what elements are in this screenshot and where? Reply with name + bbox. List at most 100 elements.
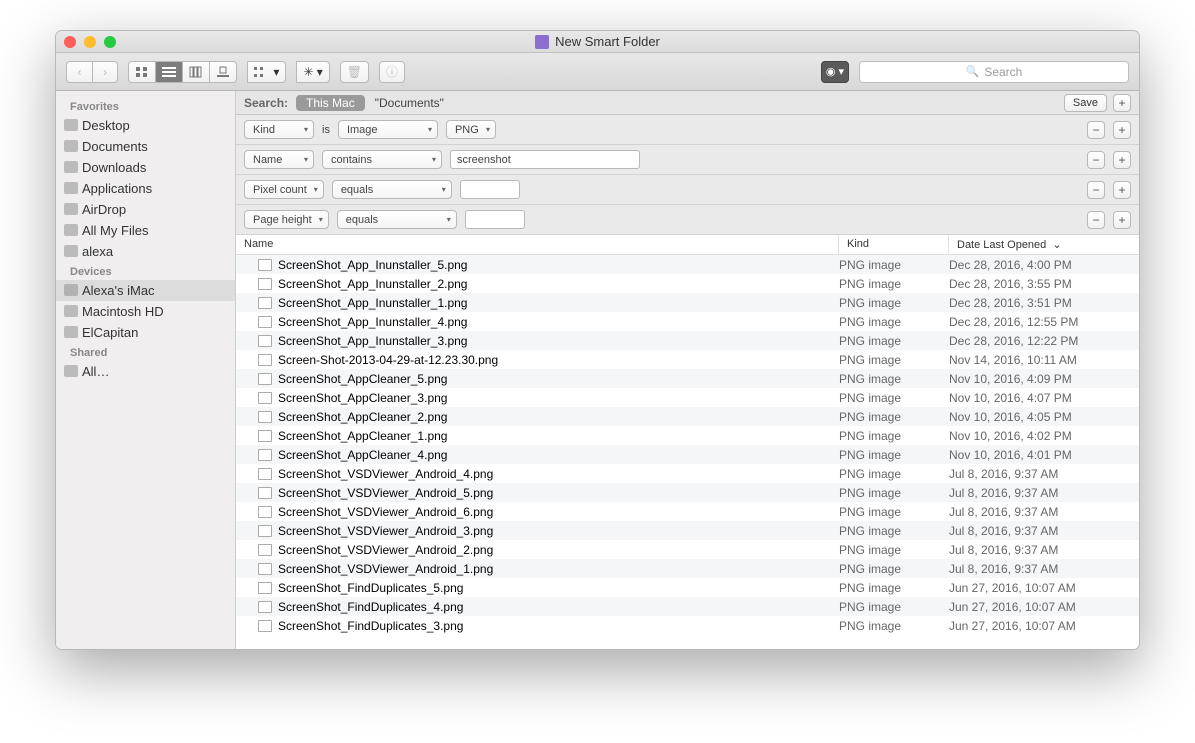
- file-row[interactable]: ScreenShot_VSDViewer_Android_1.pngPNG im…: [236, 559, 1139, 578]
- criteria-select[interactable]: PNG: [446, 120, 496, 139]
- file-icon: [258, 335, 272, 347]
- file-row[interactable]: ScreenShot_VSDViewer_Android_6.pngPNG im…: [236, 502, 1139, 521]
- criteria-select[interactable]: Kind: [244, 120, 314, 139]
- sidebar-item[interactable]: Macintosh HD: [56, 301, 235, 322]
- criteria-text-input[interactable]: [465, 210, 525, 229]
- file-row[interactable]: ScreenShot_App_Inunstaller_4.pngPNG imag…: [236, 312, 1139, 331]
- back-button[interactable]: ‹: [66, 61, 92, 83]
- remove-criteria-button[interactable]: −: [1087, 151, 1105, 169]
- file-name: ScreenShot_App_Inunstaller_3.png: [278, 334, 467, 348]
- share-menu[interactable]: ◉ ▾: [821, 61, 849, 83]
- sidebar-item[interactable]: All My Files: [56, 220, 235, 241]
- add-criteria-button[interactable]: +: [1113, 211, 1131, 229]
- file-row[interactable]: ScreenShot_App_Inunstaller_1.pngPNG imag…: [236, 293, 1139, 312]
- info-button[interactable]: ⓘ: [379, 61, 405, 83]
- zoom-button[interactable]: [104, 36, 116, 48]
- sidebar-item[interactable]: alexa: [56, 241, 235, 262]
- sidebar-item[interactable]: Applications: [56, 178, 235, 199]
- criteria-select[interactable]: Name: [244, 150, 314, 169]
- file-row[interactable]: ScreenShot_AppCleaner_3.pngPNG imageNov …: [236, 388, 1139, 407]
- view-icon-button[interactable]: [128, 61, 155, 83]
- trash-button[interactable]: 🗑: [340, 61, 369, 83]
- forward-button[interactable]: ›: [92, 61, 118, 83]
- file-row[interactable]: ScreenShot_VSDViewer_Android_4.pngPNG im…: [236, 464, 1139, 483]
- file-name: ScreenShot_AppCleaner_1.png: [278, 429, 447, 443]
- file-row[interactable]: ScreenShot_FindDuplicates_4.pngPNG image…: [236, 597, 1139, 616]
- file-date: Nov 10, 2016, 4:05 PM: [949, 410, 1139, 424]
- file-name: ScreenShot_FindDuplicates_3.png: [278, 619, 463, 633]
- file-date: Jul 8, 2016, 9:37 AM: [949, 467, 1139, 481]
- add-criteria-button[interactable]: +: [1113, 151, 1131, 169]
- action-menu[interactable]: ✳︎ ▾: [296, 61, 329, 83]
- sidebar: FavoritesDesktopDocumentsDownloadsApplic…: [56, 91, 236, 649]
- sidebar-item[interactable]: ElCapitan: [56, 322, 235, 343]
- file-kind: PNG image: [839, 258, 949, 272]
- file-row[interactable]: ScreenShot_VSDViewer_Android_3.pngPNG im…: [236, 521, 1139, 540]
- file-row[interactable]: ScreenShot_AppCleaner_4.pngPNG imageNov …: [236, 445, 1139, 464]
- file-row[interactable]: ScreenShot_App_Inunstaller_2.pngPNG imag…: [236, 274, 1139, 293]
- close-button[interactable]: [64, 36, 76, 48]
- sidebar-item[interactable]: All…: [56, 361, 235, 382]
- file-row[interactable]: ScreenShot_VSDViewer_Android_5.pngPNG im…: [236, 483, 1139, 502]
- sidebar-item[interactable]: Alexa's iMac: [56, 280, 235, 301]
- file-icon: [258, 316, 272, 328]
- file-name: ScreenShot_FindDuplicates_4.png: [278, 600, 463, 614]
- search-scope[interactable]: This Mac: [296, 95, 365, 111]
- file-kind: PNG image: [839, 296, 949, 310]
- file-date: Jul 8, 2016, 9:37 AM: [949, 486, 1139, 500]
- file-row[interactable]: ScreenShot_AppCleaner_2.pngPNG imageNov …: [236, 407, 1139, 426]
- sidebar-item[interactable]: AirDrop: [56, 199, 235, 220]
- file-name: ScreenShot_VSDViewer_Android_5.png: [278, 486, 493, 500]
- file-list[interactable]: ScreenShot_App_Inunstaller_5.pngPNG imag…: [236, 255, 1139, 649]
- criteria-row: Name contains screenshot −+: [236, 145, 1139, 175]
- criteria-text-input[interactable]: [460, 180, 520, 199]
- file-name: ScreenShot_AppCleaner_3.png: [278, 391, 447, 405]
- file-row[interactable]: ScreenShot_AppCleaner_1.pngPNG imageNov …: [236, 426, 1139, 445]
- file-kind: PNG image: [839, 410, 949, 424]
- criteria-select[interactable]: Pixel count: [244, 180, 324, 199]
- remove-criteria-button[interactable]: −: [1087, 211, 1105, 229]
- file-kind: PNG image: [839, 505, 949, 519]
- file-name: ScreenShot_App_Inunstaller_2.png: [278, 277, 467, 291]
- criteria-text-input[interactable]: screenshot: [450, 150, 640, 169]
- criteria-select[interactable]: Page height: [244, 210, 329, 229]
- remove-criteria-button[interactable]: −: [1087, 121, 1105, 139]
- file-name: ScreenShot_FindDuplicates_5.png: [278, 581, 463, 595]
- remove-criteria-button[interactable]: −: [1087, 181, 1105, 199]
- file-row[interactable]: ScreenShot_FindDuplicates_3.pngPNG image…: [236, 616, 1139, 635]
- file-date: Jul 8, 2016, 9:37 AM: [949, 524, 1139, 538]
- save-button[interactable]: Save: [1064, 94, 1107, 112]
- add-criteria-button[interactable]: +: [1113, 181, 1131, 199]
- file-date: Nov 10, 2016, 4:01 PM: [949, 448, 1139, 462]
- file-name: ScreenShot_VSDViewer_Android_1.png: [278, 562, 493, 576]
- view-list-button[interactable]: [155, 61, 182, 83]
- search-input[interactable]: Search: [859, 61, 1129, 83]
- file-kind: PNG image: [839, 448, 949, 462]
- sidebar-item[interactable]: Downloads: [56, 157, 235, 178]
- criteria-select[interactable]: equals: [332, 180, 452, 199]
- file-date: Jul 8, 2016, 9:37 AM: [949, 505, 1139, 519]
- file-row[interactable]: ScreenShot_App_Inunstaller_3.pngPNG imag…: [236, 331, 1139, 350]
- criteria-select[interactable]: contains: [322, 150, 442, 169]
- add-criteria-button[interactable]: +: [1113, 121, 1131, 139]
- col-date[interactable]: Date Last Opened ⌄: [949, 235, 1139, 254]
- search-scope[interactable]: "Documents": [365, 95, 454, 111]
- file-row[interactable]: ScreenShot_FindDuplicates_5.pngPNG image…: [236, 578, 1139, 597]
- file-name: ScreenShot_VSDViewer_Android_2.png: [278, 543, 493, 557]
- view-coverflow-button[interactable]: [209, 61, 237, 83]
- col-kind[interactable]: Kind: [839, 235, 949, 254]
- criteria-select[interactable]: equals: [337, 210, 457, 229]
- sidebar-item[interactable]: Documents: [56, 136, 235, 157]
- arrange-menu[interactable]: ▾: [247, 61, 286, 83]
- search-label: Search:: [244, 96, 288, 110]
- view-column-button[interactable]: [182, 61, 209, 83]
- minimize-button[interactable]: [84, 36, 96, 48]
- criteria-select[interactable]: Image: [338, 120, 438, 139]
- add-criteria-button[interactable]: +: [1113, 94, 1131, 112]
- file-row[interactable]: ScreenShot_App_Inunstaller_5.pngPNG imag…: [236, 255, 1139, 274]
- sidebar-item[interactable]: Desktop: [56, 115, 235, 136]
- col-name[interactable]: Name: [236, 235, 839, 254]
- file-row[interactable]: ScreenShot_VSDViewer_Android_2.pngPNG im…: [236, 540, 1139, 559]
- file-row[interactable]: Screen-Shot-2013-04-29-at-12.23.30.pngPN…: [236, 350, 1139, 369]
- file-row[interactable]: ScreenShot_AppCleaner_5.pngPNG imageNov …: [236, 369, 1139, 388]
